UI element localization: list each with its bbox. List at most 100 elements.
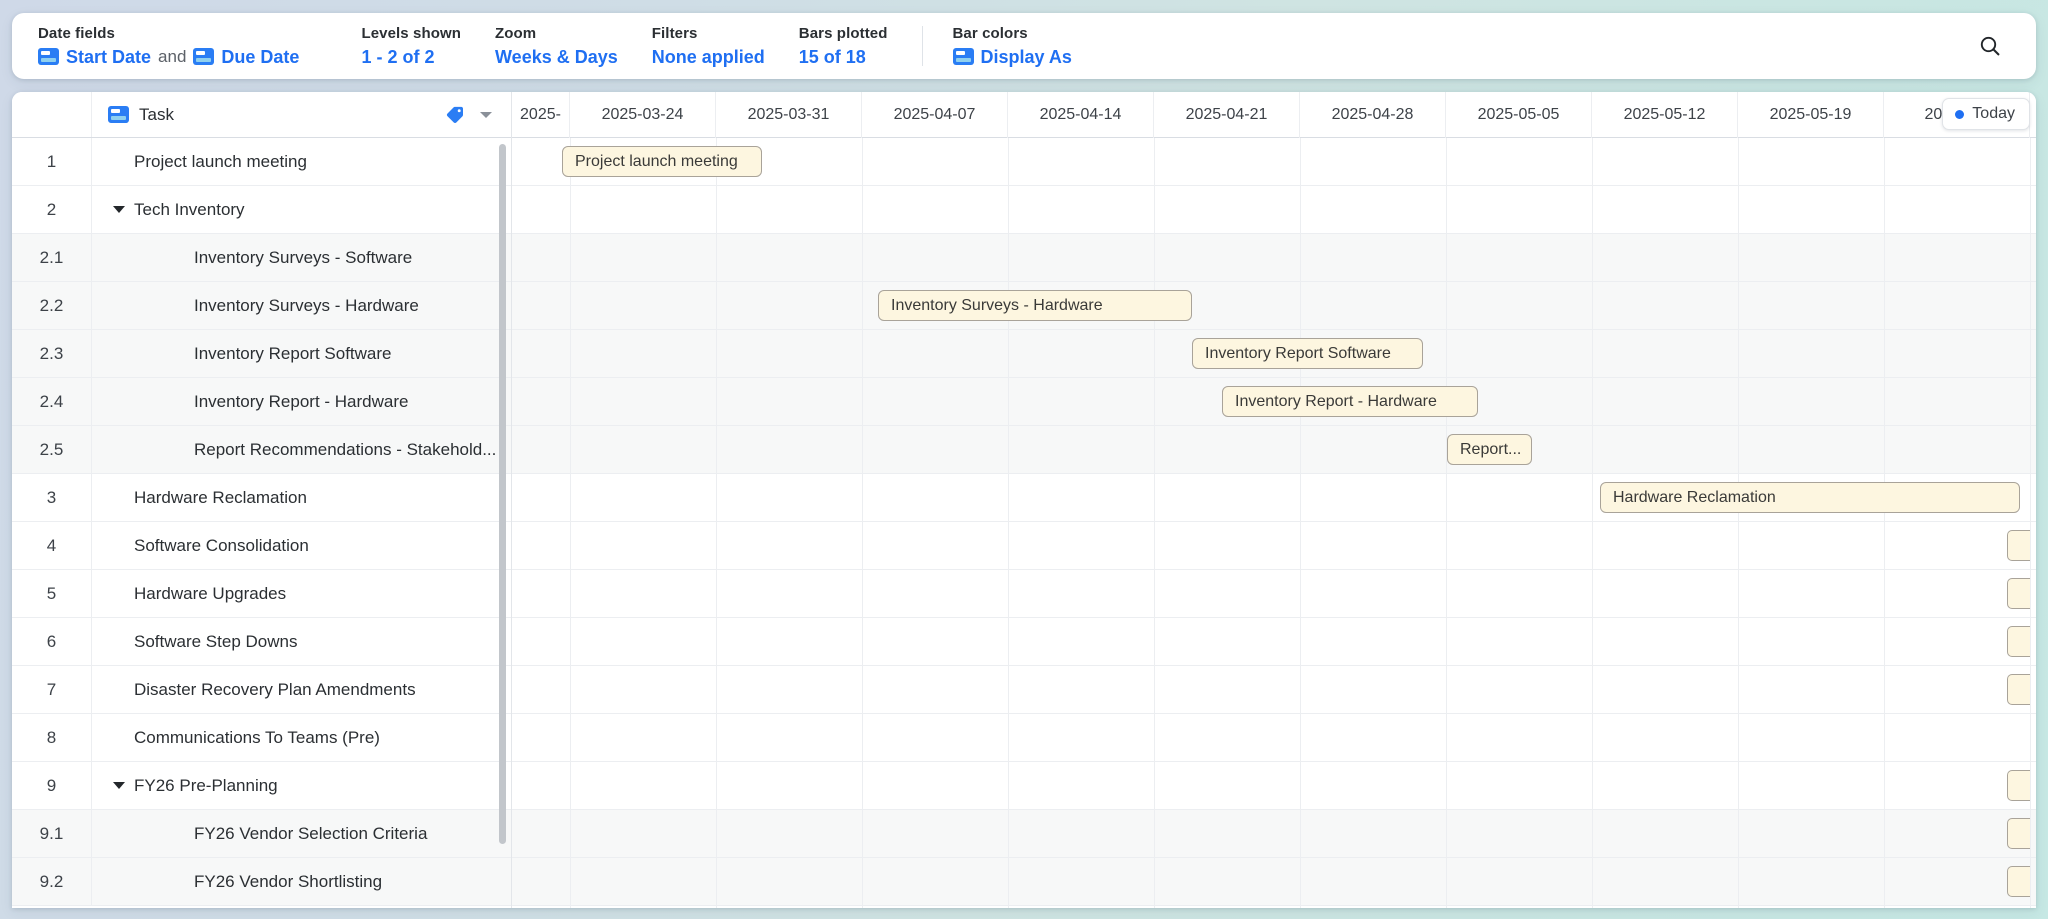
date-fields-conjunction: and: [158, 46, 187, 66]
task-name-cell[interactable]: Software Step Downs: [92, 618, 511, 665]
table-row[interactable]: 2.1 Inventory Surveys - Software: [12, 234, 511, 282]
table-row[interactable]: 5 Hardware Upgrades: [12, 570, 511, 618]
zoom-value[interactable]: Weeks & Days: [495, 47, 618, 67]
timeline-gridline: [862, 138, 863, 908]
gantt-bar[interactable]: Inventory Report Software: [1192, 338, 1423, 369]
timeline-gridline: [1154, 138, 1155, 908]
bar-colors-value[interactable]: Display As: [952, 47, 1072, 67]
task-name-cell[interactable]: Hardware Reclamation: [92, 474, 511, 521]
tag-icon[interactable]: [445, 105, 465, 125]
gantt-bar[interactable]: Hardware Reclamation: [1600, 482, 2020, 513]
today-label: Today: [1972, 105, 2015, 122]
gantt-bar[interactable]: Inventory Report - Hardware: [1222, 386, 1478, 417]
task-name-cell[interactable]: Project launch meeting: [92, 138, 511, 185]
task-grid-vertical-scrollbar[interactable]: [499, 144, 506, 844]
row-number: 1: [12, 138, 92, 185]
table-row[interactable]: 2.3 Inventory Report Software: [12, 330, 511, 378]
timeline-gridline: [1884, 138, 1885, 908]
task-name-label: Project launch meeting: [134, 151, 307, 171]
table-row[interactable]: 6 Software Step Downs: [12, 618, 511, 666]
table-row[interactable]: 2.2 Inventory Surveys - Hardware: [12, 282, 511, 330]
timeline-row: [512, 522, 2036, 570]
bars-plotted-value[interactable]: 15 of 18: [799, 47, 888, 67]
table-row[interactable]: 7 Disaster Recovery Plan Amendments: [12, 666, 511, 714]
task-name-cell[interactable]: FY26 Vendor Selection Criteria: [92, 810, 511, 857]
timeline-date-header: 2025-04-21: [1154, 92, 1300, 138]
gantt-bar[interactable]: [2007, 674, 2030, 705]
gantt-chart-panel: Task 1 Project launch meeting 2 Tech Invent…: [12, 92, 2036, 908]
today-button[interactable]: Today: [1942, 98, 2030, 130]
task-name-cell[interactable]: Report Recommendations - Stakehold...: [92, 426, 511, 473]
start-date-value[interactable]: Start Date: [66, 47, 151, 67]
filters-value[interactable]: None applied: [652, 47, 765, 67]
task-name-cell[interactable]: Inventory Surveys - Hardware: [92, 282, 511, 329]
task-column-header[interactable]: Task: [92, 92, 511, 137]
table-row[interactable]: 8 Communications To Teams (Pre): [12, 714, 511, 762]
table-row[interactable]: 9 FY26 Pre-Planning: [12, 762, 511, 810]
task-name-cell[interactable]: Tech Inventory: [92, 186, 511, 233]
today-dot-icon: [1955, 109, 1965, 119]
gantt-bar[interactable]: Report...: [1447, 434, 1532, 465]
row-number: 3: [12, 474, 92, 521]
search-icon: [1980, 36, 2000, 56]
row-number: 2.2: [12, 282, 92, 329]
task-name-cell[interactable]: Hardware Upgrades: [92, 570, 511, 617]
display-as-label[interactable]: Display As: [981, 47, 1072, 67]
timeline-gridline: [1738, 138, 1739, 908]
task-name-label: Report Recommendations - Stakehold...: [194, 439, 497, 459]
date-fields-value[interactable]: Start Date and Due Date: [38, 47, 299, 67]
tag-icon-glyph: [446, 106, 463, 123]
task-name-label: Inventory Surveys - Hardware: [194, 295, 419, 315]
gantt-bar[interactable]: Inventory Surveys - Hardware: [878, 290, 1192, 321]
timeline-gridline: [1008, 138, 1009, 908]
gantt-bar[interactable]: [2007, 626, 2030, 657]
search-button[interactable]: [1970, 26, 2010, 66]
gantt-bar[interactable]: [2007, 530, 2030, 561]
table-row[interactable]: 9.1 FY26 Vendor Selection Criteria: [12, 810, 511, 858]
table-row[interactable]: 2 Tech Inventory: [12, 186, 511, 234]
task-name-label: Software Step Downs: [134, 631, 298, 651]
timeline-gridline: [1300, 138, 1301, 908]
due-date-value[interactable]: Due Date: [221, 47, 299, 67]
timeline-pane: 2025-05-2025-05-192025-05-122025-05-0520…: [512, 92, 2036, 908]
task-name-cell[interactable]: Inventory Report - Hardware: [92, 378, 511, 425]
table-row[interactable]: 9.2 FY26 Vendor Shortlisting: [12, 858, 511, 906]
expand-collapse-icon[interactable]: [104, 206, 134, 213]
task-name-cell[interactable]: Inventory Report Software: [92, 330, 511, 377]
table-row[interactable]: 2.4 Inventory Report - Hardware: [12, 378, 511, 426]
task-name-cell[interactable]: FY26 Vendor Shortlisting: [92, 858, 511, 905]
timeline-gridline: [716, 138, 717, 908]
expand-collapse-icon[interactable]: [104, 782, 134, 789]
gantt-bar[interactable]: Project launch meeting: [562, 146, 762, 177]
task-name-cell[interactable]: Inventory Surveys - Software: [92, 234, 511, 281]
task-grid-header: Task: [12, 92, 511, 138]
task-name-cell[interactable]: Software Consolidation: [92, 522, 511, 569]
table-row[interactable]: 4 Software Consolidation: [12, 522, 511, 570]
timeline-gridline: [2030, 138, 2031, 908]
timeline-row: [512, 618, 2036, 666]
table-row[interactable]: 1 Project launch meeting: [12, 138, 511, 186]
toolbar-divider: [921, 26, 923, 66]
row-number: 2: [12, 186, 92, 233]
table-row[interactable]: 2.5 Report Recommendations - Stakehold...: [12, 426, 511, 474]
task-name-cell[interactable]: FY26 Pre-Planning: [92, 762, 511, 809]
chevron-down-icon[interactable]: [475, 104, 497, 126]
gantt-bar[interactable]: [2007, 770, 2030, 801]
timeline-row: [512, 282, 2036, 330]
timeline-date-header: 2025-05-19: [1738, 92, 1884, 138]
task-column-label: Task: [139, 104, 174, 124]
levels-shown-value[interactable]: 1 - 2 of 2: [361, 47, 461, 67]
row-number: 2.4: [12, 378, 92, 425]
task-name-label: Inventory Report Software: [194, 343, 392, 363]
gantt-bar[interactable]: [2007, 818, 2030, 849]
gantt-bar[interactable]: [2007, 866, 2030, 897]
timeline-row: [512, 666, 2036, 714]
field-icon: [38, 48, 59, 65]
table-row[interactable]: 3 Hardware Reclamation: [12, 474, 511, 522]
gantt-bar-label: Hardware Reclamation: [1613, 488, 1776, 506]
task-name-cell[interactable]: Disaster Recovery Plan Amendments: [92, 666, 511, 713]
task-name-cell[interactable]: Communications To Teams (Pre): [92, 714, 511, 761]
row-number: 9.2: [12, 858, 92, 905]
timeline-gridline: [1592, 138, 1593, 908]
gantt-bar[interactable]: [2007, 578, 2030, 609]
